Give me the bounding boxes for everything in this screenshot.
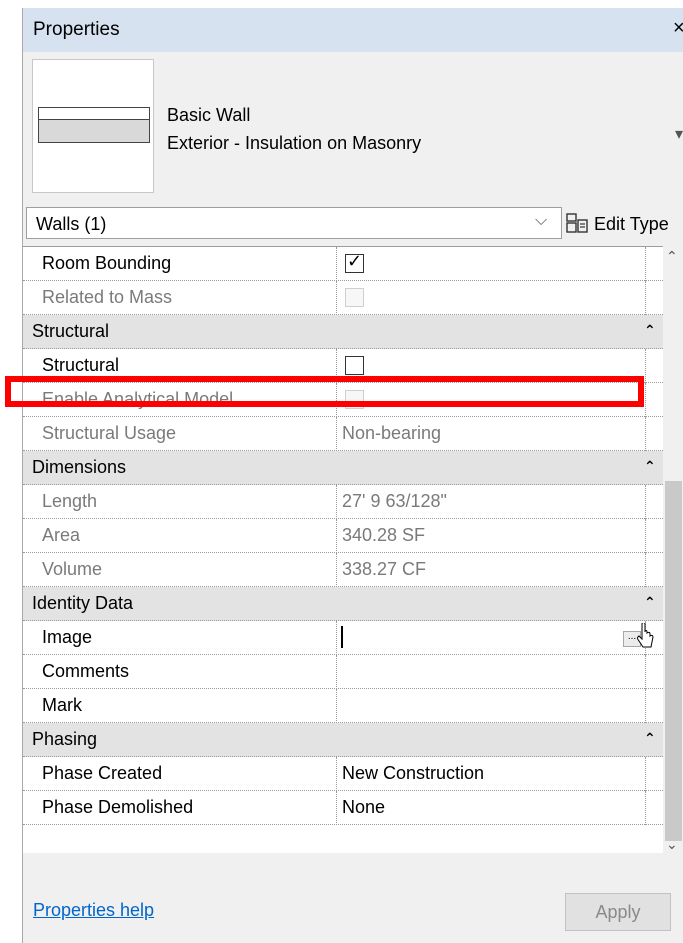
scrollbar-thumb[interactable] [665,481,682,841]
type-name: Exterior - Insulation on Masonry [167,133,422,153]
group-dimensions[interactable]: Dimensions ⌃ [23,451,663,485]
param-value-cell: Non-bearing [336,417,646,451]
properties-grid: Room Bounding ✓ Related to Mass Structur… [23,246,663,854]
param-name: Volume [42,559,103,579]
close-icon[interactable]: × [673,17,683,40]
edit-type-button[interactable]: Edit Type [563,207,683,241]
param-name: Length [42,491,98,511]
chevron-down-icon[interactable]: ⌵ [535,212,547,230]
param-value-cell: 340.28 SF [336,519,646,553]
group-structural[interactable]: Structural ⌃ [23,315,663,349]
mouse-cursor-icon [637,623,654,648]
param-name: Structural Usage [42,423,177,443]
apply-button[interactable]: Apply [565,893,671,931]
row-length: Length 27' 9 63/128" [23,485,663,519]
row-related-to-mass: Related to Mass [23,281,663,315]
group-phasing[interactable]: Phasing ⌃ [23,723,663,757]
type-selector[interactable]: Basic Wall Exterior - Insulation on Maso… [23,52,683,203]
group-title: Dimensions [32,457,127,477]
type-preview-image [32,59,154,193]
param-name: Image [42,627,93,647]
comments-value-field[interactable] [336,655,646,689]
title-bar[interactable]: Properties × [23,8,683,53]
param-value-cell [336,383,646,417]
param-name: Structural [42,355,120,375]
properties-panel: Properties × Basic Wall Exterior - Insul… [22,8,683,943]
param-name: Area [42,525,81,545]
collapse-icon[interactable]: ⌃ [644,594,656,611]
phase-demolished-value[interactable]: None [336,791,646,825]
param-value: New Construction [342,763,485,783]
row-room-bounding[interactable]: Room Bounding ✓ [23,247,663,281]
row-structural-usage: Structural Usage Non-bearing [23,417,663,451]
row-comments[interactable]: Comments [23,655,663,689]
group-title: Phasing [32,729,98,749]
panel-footer: Properties help Apply [23,853,683,943]
wall-preview-body [38,119,150,143]
group-title: Identity Data [32,593,134,613]
scroll-down-icon[interactable]: ⌄ [666,836,678,853]
param-name: Room Bounding [42,253,172,273]
param-value-cell: 27' 9 63/128" [336,485,646,519]
param-value: Non-bearing [342,423,442,443]
param-name: Phase Created [42,763,163,783]
row-mark[interactable]: Mark [23,689,663,723]
collapse-icon[interactable]: ⌃ [644,730,656,747]
param-value-cell[interactable] [336,349,646,383]
category-filter-select[interactable]: Walls (1) ⌵ [26,207,562,239]
row-structural[interactable]: Structural [23,349,663,383]
param-name: Related to Mass [42,287,173,307]
related-to-mass-checkbox [345,288,364,307]
phase-created-value[interactable]: New Construction [336,757,646,791]
properties-help-link[interactable]: Properties help [33,900,154,921]
param-value-cell: 338.27 CF [336,553,646,587]
row-area: Area 340.28 SF [23,519,663,553]
param-value: None [342,797,386,817]
row-enable-analytical-model: Enable Analytical Model [23,383,663,417]
edit-type-label: Edit Type [594,214,669,234]
vertical-scrollbar[interactable]: ⌃ ⌄ [663,246,683,853]
image-value-field[interactable]: ... [336,621,654,655]
filter-row: Walls (1) ⌵ Edit Type [23,202,683,246]
mark-value-field[interactable] [336,689,646,723]
type-dropdown-icon[interactable]: ▾ [675,124,683,144]
param-value-cell [336,281,646,315]
collapse-icon[interactable]: ⌃ [644,458,656,475]
param-name: Enable Analytical Model [42,389,234,409]
type-family-name: Basic Wall [167,105,251,125]
scroll-up-icon[interactable]: ⌃ [666,248,678,265]
row-phase-created[interactable]: Phase Created New Construction [23,757,663,791]
checkmark-icon: ✓ [347,251,363,271]
text-caret [341,626,343,648]
structural-checkbox[interactable] [345,356,364,375]
filter-selected-value: Walls (1) [36,214,107,234]
param-value: 338.27 CF [342,559,427,579]
panel-title: Properties [33,19,120,40]
param-value: 27' 9 63/128" [342,491,447,511]
param-name: Comments [42,661,130,681]
enable-analytical-checkbox [345,390,364,409]
collapse-icon[interactable]: ⌃ [644,322,656,339]
row-volume: Volume 338.27 CF [23,553,663,587]
group-title: Structural [32,321,110,341]
group-identity-data[interactable]: Identity Data ⌃ [23,587,663,621]
param-name: Mark [42,695,82,715]
row-image[interactable]: Image ... [23,621,663,655]
param-value-cell[interactable]: ✓ [336,247,646,281]
edit-type-icon [566,213,588,233]
param-value: 340.28 SF [342,525,426,545]
row-phase-demolished[interactable]: Phase Demolished None [23,791,663,825]
room-bounding-checkbox[interactable]: ✓ [345,251,364,273]
param-name: Phase Demolished [42,797,194,817]
